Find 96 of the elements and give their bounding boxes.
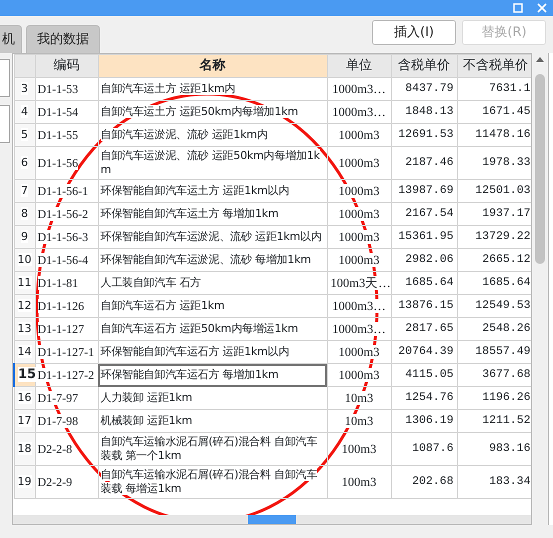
- table-cell: 1000m3: [327, 180, 391, 202]
- row-number[interactable]: 12: [14, 294, 35, 318]
- table-cell: D1-7-97: [35, 386, 98, 410]
- table-cell: 人力装卸 运距1km: [98, 386, 327, 410]
- table-cell: D1-1-56-2: [35, 202, 98, 226]
- table-cell: D1-1-56: [35, 146, 98, 180]
- column-header[interactable]: 单位: [327, 54, 391, 78]
- table-cell: 10m3: [327, 386, 391, 410]
- table-cell: 1000m3: [327, 248, 391, 272]
- table-cell: D1-7-98: [35, 410, 98, 432]
- row-number[interactable]: 3: [14, 78, 35, 100]
- table-cell: D1-1-55: [35, 124, 98, 146]
- table-cell: 环保智能自卸汽车运淤泥、流砂 运距1km以内: [98, 226, 327, 248]
- table-cell: D1-1-127-1: [35, 340, 98, 364]
- row-number[interactable]: 6: [14, 146, 35, 180]
- table-cell: 100m3天…: [327, 272, 391, 294]
- table-cell: 1000m3…: [327, 100, 391, 124]
- table-cell: 环保智能自卸汽车运石方 每增加1km: [98, 364, 327, 386]
- table-cell: D1-1-56-3: [35, 226, 98, 248]
- table-cell: 环保智能自卸汽车运淤泥、流砂 每增加1km: [98, 248, 327, 272]
- column-header[interactable]: 名称: [98, 54, 327, 78]
- table-cell: D2-2-8: [35, 432, 98, 466]
- table-cell: 机械装卸 运距1km: [98, 410, 327, 432]
- side-panel-field[interactable]: [0, 105, 10, 143]
- table-cell: 人工装自卸汽车 石方: [98, 272, 327, 294]
- table-cell: 1000m3: [327, 124, 391, 146]
- row-number[interactable]: 15: [14, 364, 35, 386]
- corner-header[interactable]: [14, 54, 35, 78]
- table-cell: D2-2-9: [35, 466, 98, 498]
- table-cell: 自卸汽车运输水泥石屑(碎石)混合料 自卸汽车装载 每增运1km: [98, 466, 327, 498]
- table-cell: 自卸汽车运淤泥、流砂 运距50km内每增加1km: [98, 146, 327, 180]
- table-cell: 环保智能自卸汽车运土方 每增加1km: [98, 202, 327, 226]
- row-number[interactable]: 10: [14, 248, 35, 272]
- tab[interactable]: 我的数据: [26, 25, 100, 53]
- table-cell: 1087.6: [391, 432, 457, 466]
- table-cell: 1000m3…: [327, 318, 391, 340]
- table-cell: 13987.69: [391, 180, 457, 202]
- table-cell: 1000m3: [327, 364, 391, 386]
- table-cell: 1000m3: [327, 226, 391, 248]
- table-cell: 自卸汽车运输水泥石屑(碎石)混合料 自卸汽车装载 第一个1km: [98, 432, 327, 466]
- row-number[interactable]: 8: [14, 202, 35, 226]
- table-cell: D1-1-53: [35, 78, 98, 100]
- tab[interactable]: 机: [0, 25, 22, 53]
- table-cell: 10m3: [327, 410, 391, 432]
- table-cell: 12691.53: [391, 124, 457, 146]
- table-cell: 2187.46: [391, 146, 457, 180]
- row-number[interactable]: 9: [14, 226, 35, 248]
- table-cell: 1254.76: [391, 386, 457, 410]
- table-cell: 环保智能自卸汽车运土方 运距1km以内: [98, 180, 327, 202]
- table-cell: 202.68: [391, 466, 457, 498]
- side-panel-field[interactable]: [0, 59, 10, 97]
- maximize-icon[interactable]: [513, 3, 523, 13]
- insert-button[interactable]: 插入(I): [372, 20, 456, 45]
- table-cell: 自卸汽车运土方 运距1km内: [98, 78, 327, 100]
- row-number[interactable]: 5: [14, 124, 35, 146]
- table-cell: 8437.79: [391, 78, 457, 100]
- column-header[interactable]: 含税单价: [391, 54, 457, 78]
- row-number[interactable]: 17: [14, 410, 35, 432]
- row-number[interactable]: 19: [14, 466, 35, 498]
- row-number[interactable]: 14: [14, 340, 35, 364]
- column-header[interactable]: 不含税单价: [457, 54, 531, 78]
- column-header[interactable]: 编码: [35, 54, 98, 78]
- row-number[interactable]: 16: [14, 386, 35, 410]
- row-number[interactable]: 13: [14, 318, 35, 340]
- table-cell: D1-1-54: [35, 100, 98, 124]
- table-cell: 自卸汽车运土方 运距50km内每增加1km: [98, 100, 327, 124]
- scroll-up-icon[interactable]: [536, 57, 544, 62]
- row-number[interactable]: 4: [14, 100, 35, 124]
- table-cell: 自卸汽车运石方 运距1km: [98, 294, 327, 318]
- table-cell: 1685.64: [391, 272, 457, 294]
- table-cell: 13876.15: [391, 294, 457, 318]
- table-cell: 环保智能自卸汽车运石方 运距1km以内: [98, 340, 327, 364]
- table-cell: D1-1-56-1: [35, 180, 98, 202]
- table-cell: 1000m3: [327, 146, 391, 180]
- table-cell: 20764.39: [391, 340, 457, 364]
- table-cell: 1306.19: [391, 410, 457, 432]
- table-cell: 4115.05: [391, 364, 457, 386]
- table-cell: 2167.54: [391, 202, 457, 226]
- table-cell: 自卸汽车运淤泥、流砂 运距1km内: [98, 124, 327, 146]
- table-cell: 1000m3…: [327, 78, 391, 100]
- table-cell: 1848.13: [391, 100, 457, 124]
- table-cell: 1000m3: [327, 202, 391, 226]
- row-number[interactable]: 18: [14, 432, 35, 466]
- table-cell: 1000m3: [327, 340, 391, 364]
- table-cell: 15361.95: [391, 226, 457, 248]
- table-cell: 1000m3…: [327, 294, 391, 318]
- table-cell: 2817.65: [391, 318, 457, 340]
- row-number[interactable]: 11: [14, 272, 35, 294]
- table-cell: 自卸汽车运石方 运距50km内每增运1km: [98, 318, 327, 340]
- table-cell: D1-1-56-4: [35, 248, 98, 272]
- table-cell: 100m3: [327, 432, 391, 466]
- row-number[interactable]: 7: [14, 180, 35, 202]
- close-icon[interactable]: [537, 3, 547, 13]
- table-cell: 2982.06: [391, 248, 457, 272]
- scrollbar-thumb[interactable]: [248, 515, 296, 524]
- table-cell: 100m3: [327, 466, 391, 498]
